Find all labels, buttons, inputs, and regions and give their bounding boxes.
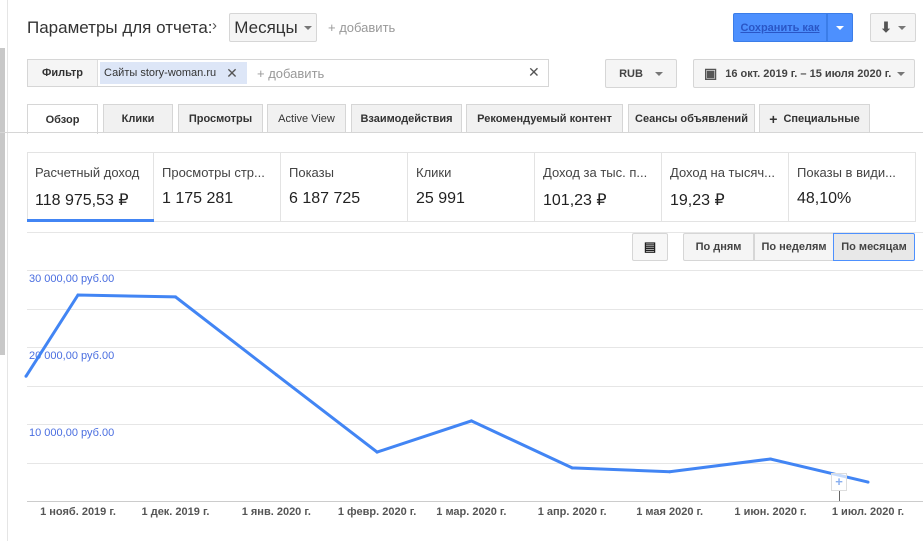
series-line — [24, 293, 869, 484]
data-point[interactable] — [768, 457, 772, 461]
annotation-stem — [839, 491, 840, 501]
add-annotation-icon[interactable]: + — [831, 473, 847, 491]
line-plot — [24, 293, 870, 484]
data-point[interactable] — [375, 450, 379, 454]
data-point[interactable] — [866, 480, 870, 484]
data-point[interactable] — [469, 419, 473, 423]
data-point[interactable] — [274, 373, 278, 377]
data-point[interactable] — [174, 295, 178, 299]
data-point[interactable] — [76, 293, 80, 297]
data-point[interactable] — [570, 466, 574, 470]
data-point[interactable] — [668, 470, 672, 474]
data-point[interactable] — [24, 374, 28, 378]
